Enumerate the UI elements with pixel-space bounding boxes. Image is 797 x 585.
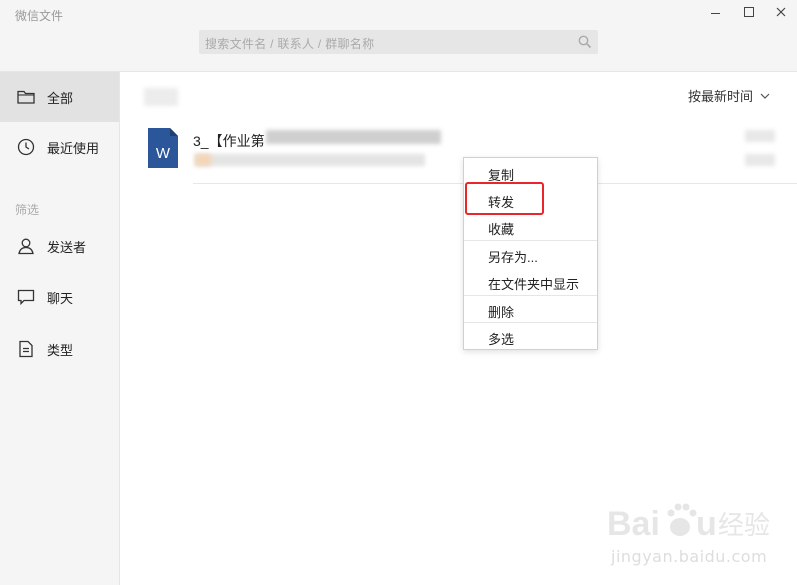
- sidebar-item-label: 发送者: [47, 239, 87, 255]
- svg-text:W: W: [156, 145, 171, 162]
- menu-item-forward[interactable]: 转发: [464, 186, 597, 212]
- sidebar-item-sender[interactable]: 发送者: [0, 221, 119, 271]
- svg-text:Bai: Bai: [607, 505, 660, 543]
- svg-text:u: u: [696, 505, 717, 543]
- sort-dropdown[interactable]: 按最新时间: [688, 86, 770, 105]
- clock-icon: [17, 138, 35, 156]
- sidebar-item-label: 类型: [47, 342, 74, 358]
- menu-item-label: 转发: [488, 195, 515, 210]
- title-bar: 微信文件 搜索文件名 / 联系人 / 群聊名称: [0, 0, 797, 72]
- sidebar-item-chat[interactable]: 聊天: [0, 272, 119, 322]
- menu-item-copy[interactable]: 复制: [464, 159, 597, 185]
- chat-icon: [17, 289, 35, 306]
- sidebar-item-label: 全部: [47, 90, 74, 106]
- sort-label: 按最新时间: [688, 89, 754, 104]
- menu-item-delete[interactable]: 删除: [464, 296, 597, 322]
- sidebar-item-all[interactable]: 全部: [0, 72, 119, 122]
- window-title: 微信文件: [15, 9, 64, 23]
- close-icon: [776, 7, 786, 17]
- menu-item-label: 多选: [488, 332, 515, 347]
- file-name: 3_【作业第: [193, 133, 265, 149]
- menu-item-multi-select[interactable]: 多选: [464, 323, 597, 349]
- menu-item-label: 在文件夹中显示: [488, 277, 580, 292]
- redacted-file-size: [745, 130, 775, 142]
- minimize-button[interactable]: [706, 4, 724, 20]
- sidebar-item-label: 聊天: [47, 290, 74, 306]
- document-icon: [19, 340, 33, 358]
- folder-icon: [17, 90, 35, 104]
- redacted-filename: [266, 130, 441, 144]
- maximize-button[interactable]: [740, 4, 758, 20]
- search-input[interactable]: 搜索文件名 / 联系人 / 群聊名称: [199, 30, 598, 54]
- filter-heading: 筛选: [15, 203, 40, 217]
- word-icon: W: [148, 128, 178, 168]
- sidebar: 全部 最近使用 筛选 发送者 聊天 类型: [0, 72, 120, 585]
- menu-item-favorite[interactable]: 收藏: [464, 213, 597, 239]
- redacted-group-label: [144, 88, 178, 106]
- menu-item-label: 另存为...: [488, 250, 538, 265]
- close-button[interactable]: [772, 4, 790, 20]
- svg-text:经验: 经验: [718, 511, 770, 541]
- context-menu: 复制 转发 收藏 另存为... 在文件夹中显示 删除 多选: [463, 157, 598, 350]
- baidu-jingyan-watermark: Bai u 经验 jingyan.baidu.com: [607, 497, 782, 572]
- minimize-icon: [710, 13, 720, 14]
- sidebar-item-label: 最近使用: [47, 140, 100, 156]
- person-icon: [18, 238, 34, 255]
- redacted-file-meta: [195, 154, 425, 166]
- menu-item-label: 复制: [488, 168, 515, 183]
- menu-item-save-as[interactable]: 另存为...: [464, 241, 597, 267]
- wechat-files-window: 微信文件 搜索文件名 / 联系人 / 群聊名称 全部 最近使用 筛选 发送者 聊…: [0, 0, 797, 585]
- watermark-url: jingyan.baidu.com: [611, 547, 768, 566]
- menu-item-label: 删除: [488, 305, 515, 320]
- search-icon: [578, 35, 592, 49]
- menu-item-label: 收藏: [488, 222, 515, 237]
- menu-item-show-in-folder[interactable]: 在文件夹中显示: [464, 268, 597, 294]
- maximize-icon: [744, 7, 754, 17]
- baidu-logo: Bai u 经验: [607, 503, 770, 543]
- sidebar-item-type[interactable]: 类型: [0, 324, 119, 374]
- redacted-avatar: [195, 154, 211, 166]
- redacted-file-date: [745, 154, 775, 166]
- sidebar-item-recent[interactable]: 最近使用: [0, 122, 119, 172]
- chevron-down-icon: [760, 93, 770, 99]
- search-placeholder: 搜索文件名 / 联系人 / 群聊名称: [205, 37, 375, 51]
